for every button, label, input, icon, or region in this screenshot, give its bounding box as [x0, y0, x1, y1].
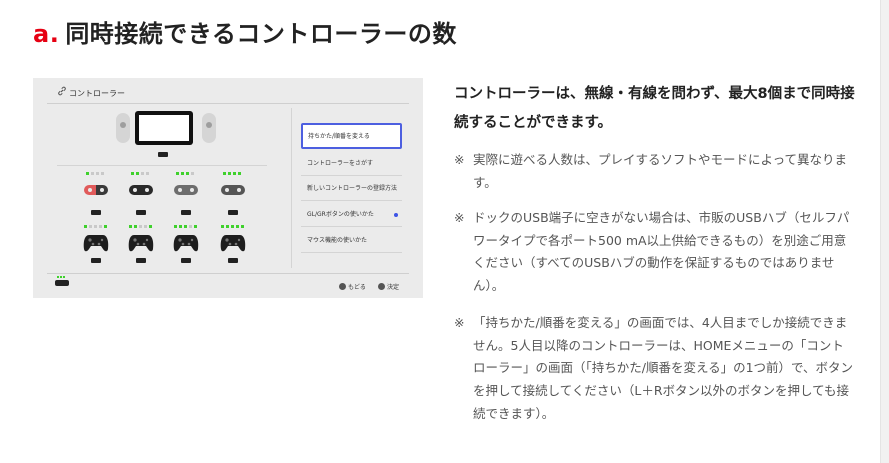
- back-button[interactable]: もどる: [339, 282, 366, 291]
- player-leds: [221, 172, 245, 176]
- link-icon: [58, 86, 66, 96]
- divider: [47, 273, 409, 274]
- note-item: ※ ドックのUSB端子に空きがない場合は、市販のUSBハブ（セルフパワータイプで各…: [454, 207, 854, 298]
- note-text: ドックのUSB端子に空きがない場合は、市販のUSBハブ（セルフパワータイプで各ポ…: [473, 210, 850, 294]
- battery-icon: [136, 210, 146, 215]
- note-mark: ※: [454, 210, 465, 225]
- pro-controller-icon: [173, 235, 199, 252]
- battery-icon: [228, 210, 238, 215]
- divider: [301, 226, 402, 227]
- section-heading: a. 同時接続できるコントローラーの数: [33, 14, 457, 49]
- page-scrollbar[interactable]: [880, 0, 889, 463]
- controllers-screen-image: コントローラー 持ちかた/順番を変える コントローラーをさがす新しいコントローラー…: [33, 78, 423, 298]
- switch-console-icon: [116, 111, 216, 147]
- menu-item-label: コントローラーをさがす: [307, 160, 374, 167]
- menu-item-label: 新しいコントローラーの登録方法: [307, 185, 398, 192]
- joycon-pair-icon: [129, 185, 153, 195]
- b-button-icon: [339, 283, 346, 290]
- right-joycon-icon: [202, 113, 216, 143]
- battery-icon: [181, 210, 191, 215]
- note-text: 実際に遊べる人数は、プレイするソフトやモードによって異なります。: [473, 152, 848, 190]
- menu-item[interactable]: マウス機能の使いかた: [301, 228, 402, 252]
- console-screen-icon: [135, 111, 193, 145]
- screen-title: コントローラー: [69, 89, 125, 98]
- left-joycon-icon: [116, 113, 130, 143]
- joycon-pair-icon: [174, 185, 198, 195]
- joycon-pair-icon: [84, 185, 108, 195]
- menu-item[interactable]: 新しいコントローラーの登録方法: [301, 176, 402, 200]
- section-marker: a.: [33, 20, 60, 48]
- battery-icon: [136, 258, 146, 263]
- pro-controller-icon: [128, 235, 154, 252]
- joycon-pair-icon: [221, 185, 245, 195]
- player-leds: [129, 225, 153, 229]
- menu-item-label: マウス機能の使いかた: [307, 237, 368, 244]
- divider: [301, 252, 402, 253]
- console-battery-icon: [158, 152, 168, 157]
- divider: [301, 200, 402, 201]
- player-leds: [84, 172, 108, 176]
- note-mark: ※: [454, 315, 465, 330]
- intro-text: コントローラーは、無線・有線を問わず、最大8個まで同時接続することができます。: [454, 86, 855, 131]
- a-button-icon: [378, 283, 385, 290]
- player-leds: [129, 172, 153, 176]
- menu-item[interactable]: コントローラーをさがす: [301, 151, 402, 175]
- note-text: 「持ちかた/順番を変える」の画面では、4人目までしか接続できません。5人目以降の…: [473, 315, 854, 421]
- ok-button[interactable]: 決定: [378, 282, 399, 291]
- pro-controller-icon: [220, 235, 246, 252]
- section-title: 同時接続できるコントローラーの数: [65, 20, 457, 48]
- menu-item[interactable]: 持ちかた/順番を変える: [301, 123, 402, 149]
- connected-controller-icon: [55, 276, 69, 286]
- player-leds: [221, 225, 245, 229]
- note-mark: ※: [454, 152, 465, 167]
- player-leds: [84, 225, 108, 229]
- player-leds: [174, 225, 198, 229]
- note-item: ※ 実際に遊べる人数は、プレイするソフトやモードによって異なります。: [454, 149, 854, 194]
- battery-icon: [181, 258, 191, 263]
- menu-item[interactable]: GL/GRボタンの使いかた: [301, 202, 402, 226]
- battery-icon: [228, 258, 238, 263]
- battery-icon: [91, 258, 101, 263]
- menu-item-label: 持ちかた/順番を変える: [308, 133, 370, 140]
- battery-icon: [91, 210, 101, 215]
- menu-item-label: GL/GRボタンの使いかた: [307, 211, 374, 218]
- new-indicator-dot: [394, 213, 398, 217]
- ok-label: 決定: [387, 284, 400, 291]
- divider: [57, 165, 267, 166]
- note-item: ※ 「持ちかた/順番を変える」の画面では、4人目までしか接続できません。5人目以降…: [454, 312, 854, 426]
- pro-controller-icon: [83, 235, 109, 252]
- back-label: もどる: [348, 284, 366, 291]
- divider: [47, 103, 409, 104]
- divider: [291, 108, 292, 268]
- player-leds: [174, 172, 198, 176]
